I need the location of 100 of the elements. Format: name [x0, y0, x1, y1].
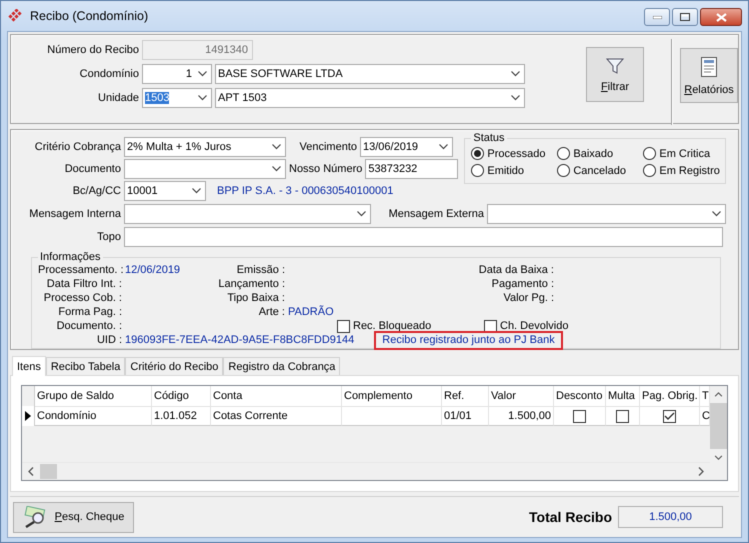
field-label: Critério Cobrança [34, 140, 121, 152]
search-cheque-button[interactable]: Pesq. Cheque [13, 502, 134, 532]
report-icon [699, 56, 719, 78]
total-value-field: 1.500,00 [618, 506, 723, 528]
column-header[interactable]: Código [152, 386, 211, 406]
filter-button[interactable]: Filtrar [586, 47, 644, 102]
chevron-down-icon [272, 144, 281, 150]
table-cell: 1.01.052 [152, 406, 211, 426]
column-header[interactable]: Desconto [554, 386, 606, 406]
info-value: 196093FE-7EEA-42AD-9A5E-F8BC8FDD9144 [125, 334, 354, 346]
info-value: 12/06/2019 [125, 264, 180, 276]
table-cell: 1.500,00 [489, 406, 554, 426]
chevron-down-icon [439, 144, 448, 150]
checkbox[interactable] [573, 410, 586, 422]
row-header[interactable] [22, 406, 35, 426]
chevron-down-icon [712, 210, 721, 216]
info-label: Forma Pag. : [57, 306, 123, 318]
tab[interactable]: Critério do Recibo [125, 357, 224, 375]
horizontal-scrollbar[interactable] [22, 462, 710, 480]
maximize-button[interactable] [672, 8, 698, 26]
info-value: PADRÃO [288, 306, 334, 318]
radio-circle [643, 147, 656, 160]
funnel-icon [606, 56, 624, 74]
unit-name-dropdown[interactable]: APT 1503 [215, 88, 525, 108]
radio-circle [557, 147, 570, 160]
chevron-down-icon [272, 166, 281, 172]
registration-notice: Recibo registrado junto ao PJ Bank [374, 330, 563, 350]
field-label: Mensagem Externa [388, 208, 484, 220]
chevron-down-icon [511, 70, 520, 76]
total-label: Total Recibo [529, 509, 612, 525]
field-label: Nosso Número [289, 162, 362, 174]
info-label: Processamento. : [38, 264, 125, 276]
minimize-icon [652, 16, 662, 18]
column-header[interactable]: Conta [211, 386, 342, 406]
close-icon [716, 12, 726, 22]
maximize-icon [680, 13, 690, 21]
table-cell: 01/01 [442, 406, 489, 426]
column-header[interactable]: Multa [606, 386, 640, 406]
checkbox[interactable] [663, 410, 676, 422]
table-cell: Condomínio [35, 406, 152, 426]
close-button[interactable] [700, 8, 742, 26]
info-label: Arte : [258, 306, 286, 318]
info-label: Data da Baixa : [478, 264, 555, 276]
info-label: Processo Cob. : [42, 292, 123, 304]
nosso-numero-field[interactable]: 53873232 [365, 158, 458, 178]
minimize-button[interactable] [644, 8, 670, 26]
external-message-dropdown[interactable] [487, 204, 726, 224]
field-label: Unidade [97, 92, 139, 104]
field-label: Bc/Ag/CC [72, 184, 121, 196]
tab[interactable]: Itens [12, 356, 46, 376]
info-label: Valor Pg. : [502, 292, 555, 304]
table-cell: Cotas Corrente [211, 406, 342, 426]
checkbox[interactable] [616, 410, 629, 422]
column-header[interactable]: Complemento [342, 386, 442, 406]
condominio-code-dropdown[interactable]: 1 [142, 64, 212, 84]
field-label: Mensagem Interna [28, 208, 121, 220]
radio-option[interactable]: Emitido [471, 163, 558, 178]
field-label: Condomínio [78, 68, 139, 80]
radio-option[interactable]: Em Critica [643, 146, 730, 161]
window-title: Recibo (Condomínio) [30, 9, 148, 23]
scroll-down-icon [714, 455, 723, 461]
documento-dropdown[interactable] [124, 158, 286, 178]
checkbox-option[interactable]: Ch. Devolvido [484, 320, 568, 332]
radio-option[interactable]: Processado [471, 146, 558, 161]
field-label: Número do Recibo [46, 44, 139, 56]
field-label: Vencimento [298, 140, 357, 152]
chevron-down-icon [198, 70, 207, 76]
condominio-name-dropdown[interactable]: BASE SOFTWARE LTDA [215, 64, 525, 84]
reports-button[interactable]: Relatórios [680, 48, 738, 103]
column-header[interactable]: Ref. [442, 386, 489, 406]
column-header[interactable]: Grupo de Saldo [35, 386, 152, 406]
radio-option[interactable]: Em Registro [643, 163, 730, 178]
internal-message-dropdown[interactable] [124, 204, 371, 224]
radio-circle [643, 164, 656, 177]
column-header[interactable]: Pag. Obrig. [640, 386, 700, 406]
chevron-down-icon [357, 210, 366, 216]
scroll-thumb[interactable] [710, 403, 727, 450]
tab[interactable]: Registro da Cobrança [223, 357, 340, 375]
radio-circle [471, 164, 484, 177]
tab[interactable]: Recibo Tabela [46, 357, 126, 375]
field-label: Documento [64, 162, 121, 174]
chevron-down-icon [511, 94, 520, 100]
info-label: Data Filtro Int. : [46, 278, 123, 290]
checkbox-option[interactable]: Rec. Bloqueado [337, 320, 432, 332]
field-label: Topo [96, 230, 121, 242]
radio-option[interactable]: Cancelado [557, 163, 644, 178]
unit-code-dropdown[interactable]: 1503 [142, 88, 212, 108]
radio-circle [557, 164, 570, 177]
app-icon [8, 9, 24, 23]
column-header[interactable]: Valor [489, 386, 554, 406]
bank-account-dropdown[interactable]: 10001 [124, 180, 206, 200]
info-label: Documento. : [56, 320, 123, 332]
criterio-dropdown[interactable]: 2% Multa + 1% Juros [124, 136, 286, 156]
info-label: Tipo Baixa : [226, 292, 286, 304]
scroll-thumb[interactable] [40, 464, 57, 479]
due-date-picker[interactable]: 13/06/2019 [360, 136, 453, 156]
chevron-down-icon [198, 94, 207, 100]
scroll-left-icon [28, 467, 34, 476]
topo-field[interactable] [124, 226, 723, 246]
radio-option[interactable]: Baixado [557, 146, 644, 161]
